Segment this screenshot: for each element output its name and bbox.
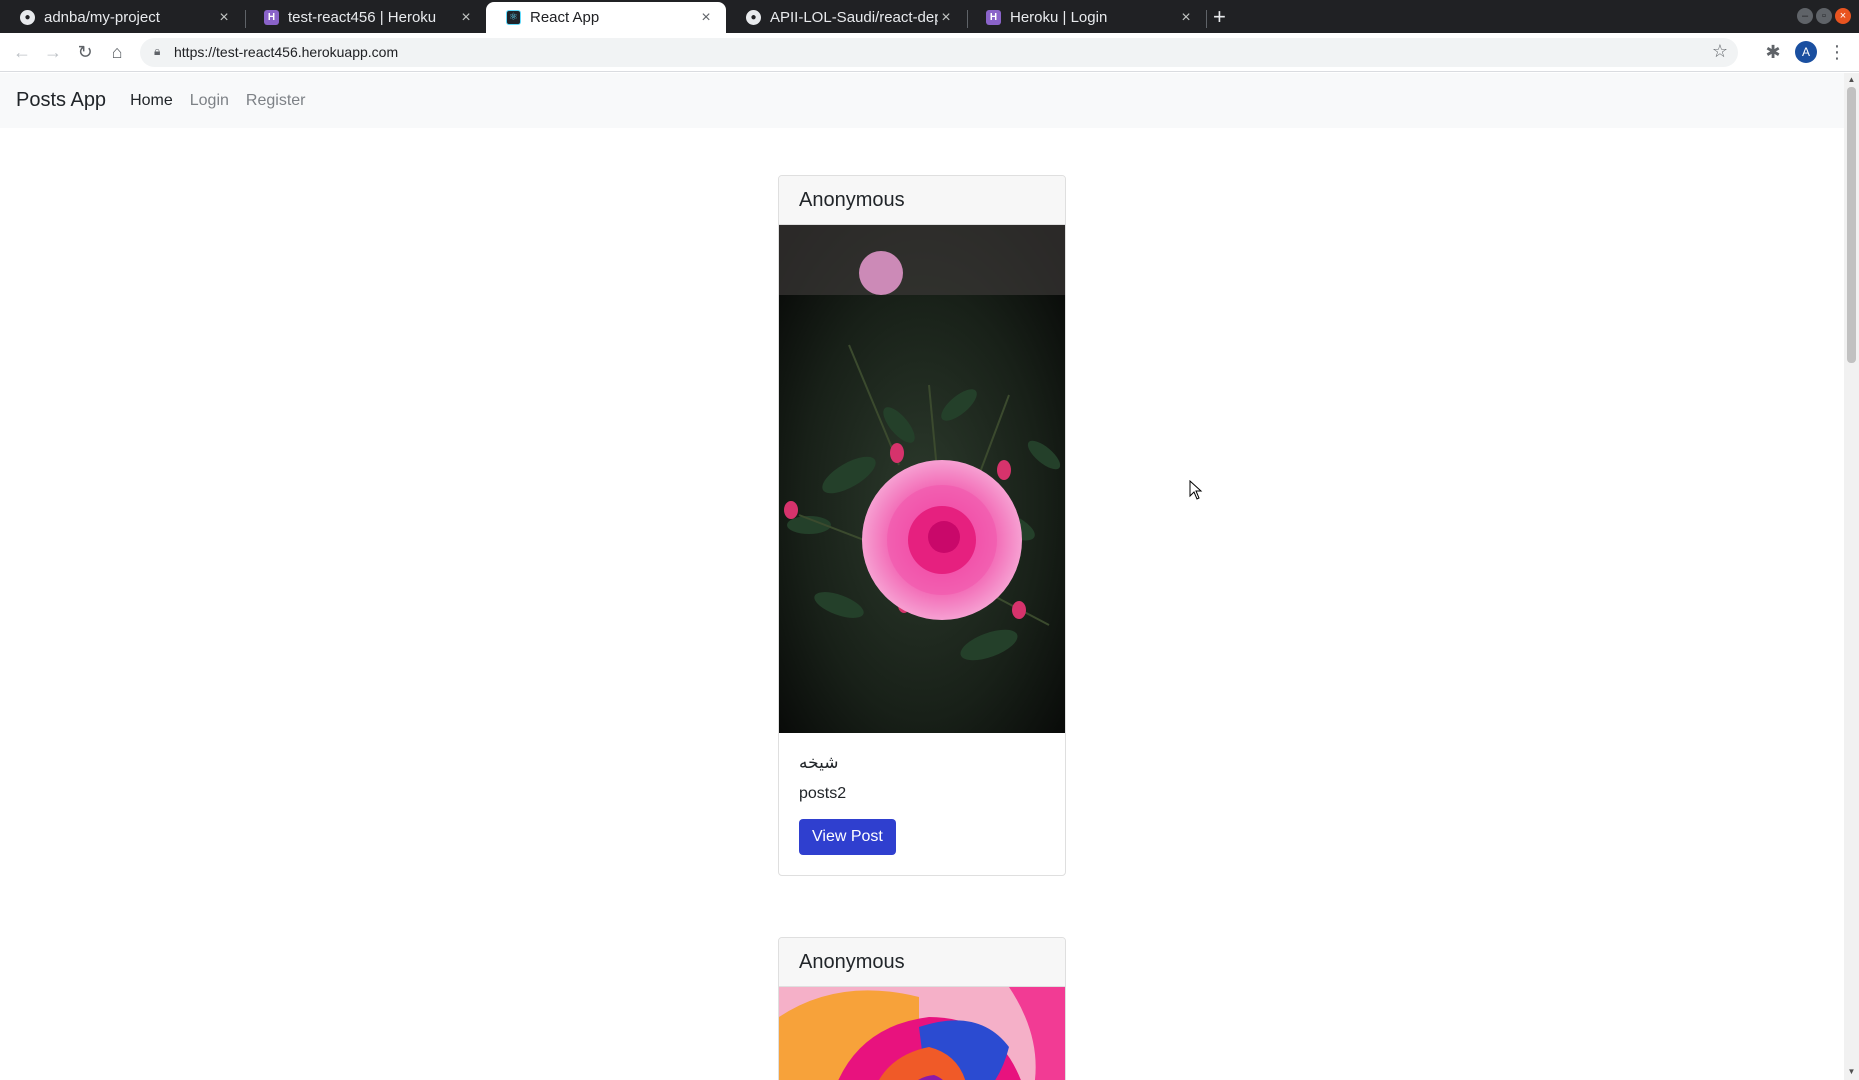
tab-close-icon[interactable]: ×	[938, 9, 954, 27]
browser-tab[interactable]: ● adnba/my-project ×	[0, 2, 244, 33]
github-icon: ●	[20, 10, 35, 25]
post-author: Anonymous	[779, 938, 1065, 987]
scrollbar-thumb[interactable]	[1847, 87, 1856, 363]
post-card: Anonymous	[778, 175, 1066, 876]
home-icon[interactable]: ⌂	[105, 40, 129, 64]
browser-tab[interactable]: H test-react456 | Heroku ×	[244, 2, 486, 33]
tab-close-icon[interactable]: ×	[698, 9, 714, 27]
browser-tab[interactable]: ● APII-LOL-Saudi/react-depl ×	[726, 2, 966, 33]
browser-tab[interactable]: H Heroku | Login ×	[966, 2, 1206, 33]
tab-title: React App	[530, 9, 600, 26]
reload-icon[interactable]: ↻	[73, 40, 97, 64]
post-title: شيخه	[799, 753, 839, 773]
post-image	[779, 987, 1065, 1080]
nav-link-login[interactable]: Login	[190, 92, 229, 110]
post-image	[779, 225, 1065, 733]
menu-kebab-icon[interactable]: ⋮	[1825, 40, 1849, 64]
forward-icon[interactable]: →	[41, 40, 65, 64]
url-text: https://test-react456.herokuapp.com	[174, 44, 399, 60]
bookmark-star-icon[interactable]: ☆	[1712, 41, 1728, 62]
lock-icon: 🔒︎	[154, 44, 161, 58]
navbar-brand[interactable]: Posts App	[16, 89, 106, 112]
address-bar[interactable]: 🔒︎ https://test-react456.herokuapp.com ☆	[140, 38, 1738, 67]
tab-divider	[1206, 10, 1207, 28]
heroku-icon: H	[264, 10, 279, 25]
scroll-up-arrow-icon[interactable]: ▲	[1847, 75, 1856, 84]
tab-title: test-react456 | Heroku	[288, 9, 437, 26]
extensions-icon[interactable]: ✱	[1761, 40, 1785, 64]
tab-close-icon[interactable]: ×	[216, 9, 232, 27]
scroll-down-arrow-icon[interactable]: ▼	[1847, 1067, 1856, 1076]
heroku-icon: H	[986, 10, 1001, 25]
tab-title: Heroku | Login	[1010, 9, 1108, 26]
tab-title: APII-LOL-Saudi/react-depl	[770, 9, 938, 26]
post-text: posts2	[799, 785, 847, 802]
maximize-icon[interactable]: ▫	[1816, 8, 1832, 24]
tab-close-icon[interactable]: ×	[1178, 9, 1194, 27]
github-icon: ●	[746, 10, 761, 25]
mouse-cursor-icon	[1189, 480, 1203, 500]
nav-link-register[interactable]: Register	[246, 92, 306, 110]
page-scrollbar[interactable]: ▲ ▼	[1844, 73, 1859, 1080]
minimize-icon[interactable]: –	[1797, 8, 1813, 24]
browser-toolbar: ← → ↻ ⌂ 🔒︎ https://test-react456.herokua…	[0, 33, 1859, 72]
browser-tab-active[interactable]: ⚛ React App ×	[486, 2, 726, 33]
profile-avatar[interactable]: A	[1795, 41, 1817, 63]
app-navbar: Posts App Home Login Register	[0, 73, 1844, 128]
close-window-icon[interactable]: ×	[1835, 8, 1851, 24]
post-author: Anonymous	[779, 176, 1065, 225]
page-viewport: Posts App Home Login Register Anonymous	[0, 73, 1844, 1080]
tab-title: adnba/my-project	[44, 9, 160, 26]
nav-link-home[interactable]: Home	[130, 92, 173, 110]
new-tab-icon[interactable]: +	[1213, 4, 1226, 30]
post-card: Anonymous	[778, 937, 1066, 1080]
react-icon: ⚛	[506, 10, 521, 25]
browser-tab-strip: ● adnba/my-project × H test-react456 | H…	[0, 0, 1859, 33]
view-post-button[interactable]: View Post	[799, 819, 896, 855]
back-icon[interactable]: ←	[10, 40, 34, 64]
tab-close-icon[interactable]: ×	[458, 9, 474, 27]
post-body: شيخه posts2 View Post	[779, 733, 1065, 875]
